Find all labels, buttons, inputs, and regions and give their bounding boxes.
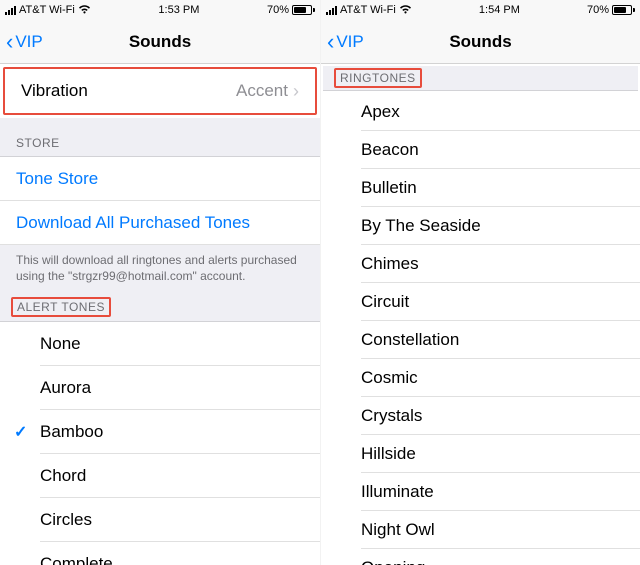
back-label: VIP xyxy=(336,32,363,52)
vibration-row[interactable]: Vibration Accent › xyxy=(5,69,315,113)
status-bar: AT&T Wi-Fi 1:53 PM 70% xyxy=(0,0,320,20)
screen-right: AT&T Wi-Fi 1:54 PM 70% ‹ VIP Sounds RING… xyxy=(320,0,640,565)
nav-bar: ‹ VIP Sounds xyxy=(321,20,640,64)
signal-icon xyxy=(5,5,16,15)
ringtone-row[interactable]: Apex xyxy=(321,93,640,131)
ringtone-row[interactable]: Beacon xyxy=(321,131,640,169)
clock: 1:53 PM xyxy=(158,4,199,16)
ringtone-row[interactable]: Chimes xyxy=(321,245,640,283)
ringtone-row[interactable]: By The Seaside xyxy=(321,207,640,245)
content: RINGTONES Apex Beacon Bulletin By The Se… xyxy=(321,64,640,565)
wifi-icon xyxy=(399,4,412,17)
battery-pct: 70% xyxy=(587,4,609,16)
content: Vibration Accent › STORE Tone Store Down… xyxy=(0,64,320,565)
back-button[interactable]: ‹ VIP xyxy=(321,31,364,53)
highlight-alert-tones: ALERT TONES xyxy=(11,297,111,317)
vibration-label: Vibration xyxy=(21,81,88,101)
section-header-store: STORE xyxy=(0,118,320,157)
chevron-left-icon: ‹ xyxy=(6,31,13,53)
wifi-icon xyxy=(78,4,91,17)
tone-store-link[interactable]: Tone Store xyxy=(0,157,320,201)
vibration-value: Accent xyxy=(236,81,288,101)
store-footer: This will download all ringtones and ale… xyxy=(0,245,320,291)
chevron-left-icon: ‹ xyxy=(327,31,334,53)
highlight-ringtones: RINGTONES xyxy=(334,68,422,88)
download-tones-link[interactable]: Download All Purchased Tones xyxy=(0,201,320,245)
ringtone-row[interactable]: Bulletin xyxy=(321,169,640,207)
ringtone-row[interactable]: Constellation xyxy=(321,321,640,359)
alert-tone-row[interactable]: Circles xyxy=(0,498,320,542)
status-bar: AT&T Wi-Fi 1:54 PM 70% xyxy=(321,0,640,20)
ringtone-row[interactable]: Opening xyxy=(321,549,640,565)
battery-icon xyxy=(612,5,635,15)
alert-tone-row[interactable]: ✓Bamboo xyxy=(0,410,320,454)
ringtone-row[interactable]: Circuit xyxy=(321,283,640,321)
alert-tone-row[interactable]: Complete xyxy=(0,542,320,565)
signal-icon xyxy=(326,5,337,15)
ringtone-row[interactable]: Crystals xyxy=(321,397,640,435)
ringtone-row[interactable]: Cosmic xyxy=(321,359,640,397)
clock: 1:54 PM xyxy=(479,4,520,16)
section-header-alert-tones: ALERT TONES xyxy=(0,291,320,322)
section-header-ringtones: RINGTONES xyxy=(323,66,638,91)
screen-left: AT&T Wi-Fi 1:53 PM 70% ‹ VIP Sounds Vibr… xyxy=(0,0,320,565)
alert-tone-row[interactable]: Aurora xyxy=(0,366,320,410)
battery-pct: 70% xyxy=(267,4,289,16)
battery-icon xyxy=(292,5,315,15)
chevron-right-icon: › xyxy=(293,81,299,102)
alert-tone-row[interactable]: None xyxy=(0,322,320,366)
carrier-label: AT&T Wi-Fi xyxy=(340,4,396,16)
ringtone-row[interactable]: Hillside xyxy=(321,435,640,473)
page-title: Sounds xyxy=(321,32,640,52)
page-title: Sounds xyxy=(0,32,320,52)
highlight-vibration: Vibration Accent › xyxy=(3,67,317,115)
checkmark-icon: ✓ xyxy=(14,422,27,442)
ringtone-row[interactable]: Night Owl xyxy=(321,511,640,549)
back-label: VIP xyxy=(15,32,42,52)
back-button[interactable]: ‹ VIP xyxy=(0,31,43,53)
ringtone-row[interactable]: Illuminate xyxy=(321,473,640,511)
nav-bar: ‹ VIP Sounds xyxy=(0,20,320,64)
carrier-label: AT&T Wi-Fi xyxy=(19,4,75,16)
alert-tone-row[interactable]: Chord xyxy=(0,454,320,498)
